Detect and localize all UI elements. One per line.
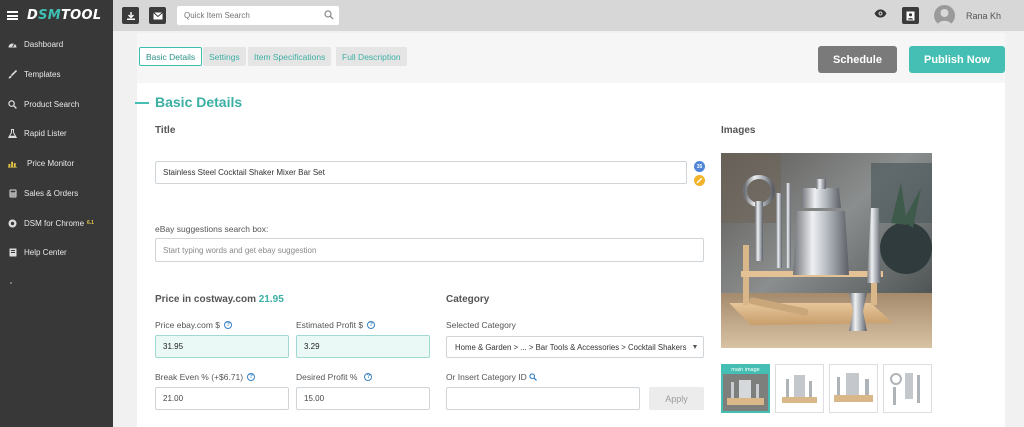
- edit-title-button[interactable]: [694, 175, 705, 186]
- sidebar-item-product-search[interactable]: Product Search: [0, 93, 113, 115]
- mail-button[interactable]: [149, 7, 166, 24]
- cocktail-shaker-set-image: [721, 153, 932, 348]
- flask-icon: [8, 128, 17, 138]
- thumbnail-image: [884, 365, 931, 412]
- sidebar: Dashboard Templates Product Search Rapid…: [0, 31, 113, 427]
- tab-settings[interactable]: Settings: [203, 47, 246, 66]
- search-icon[interactable]: [324, 10, 334, 20]
- source-price: 21.95: [258, 294, 284, 305]
- title-label: Title: [155, 125, 176, 136]
- thumbnail-image: [830, 365, 877, 412]
- tab-item-specifications[interactable]: Item Specifications: [248, 47, 332, 66]
- price-heading: Price in costway.com 21.95: [155, 294, 284, 305]
- help-icon[interactable]: ?: [247, 373, 256, 381]
- category-id-label: Or Insert Category ID: [446, 372, 537, 382]
- caret-down-icon: [693, 345, 697, 349]
- price-ebay-input[interactable]: 31.95: [155, 335, 289, 358]
- sidebar-item-dsm-for-chrome[interactable]: DSM for Chrome 6.1: [0, 212, 113, 234]
- bar-chart-icon: [8, 159, 17, 168]
- suggestions-label: eBay suggestions search box:: [155, 224, 269, 234]
- book-icon: [8, 248, 17, 257]
- tab-full-description[interactable]: Full Description: [336, 47, 407, 66]
- download-button[interactable]: [122, 7, 139, 24]
- thumbnail-image: [776, 365, 823, 412]
- title-input[interactable]: Stainless Steel Cocktail Shaker Mixer Ba…: [155, 161, 687, 184]
- selected-category-label: Selected Category: [446, 320, 516, 330]
- thumbnail-3[interactable]: [829, 364, 878, 413]
- download-icon: [126, 11, 135, 20]
- profile-card-button[interactable]: [902, 7, 919, 24]
- magic-wand-icon: [696, 177, 703, 184]
- estimated-profit-label: Estimated Profit $?: [296, 320, 376, 330]
- images-heading: Images: [721, 125, 756, 136]
- username[interactable]: Rana Kh: [966, 11, 1001, 21]
- avatar-icon: [937, 9, 952, 26]
- apply-button[interactable]: Apply: [649, 387, 704, 410]
- sidebar-item-help-center[interactable]: Help Center: [0, 241, 113, 263]
- logo[interactable]: DSMTOOL: [27, 8, 101, 23]
- category-heading: Category: [446, 294, 490, 305]
- main-image-label: main image: [723, 366, 768, 374]
- search-icon: [8, 99, 17, 109]
- help-icon[interactable]: ?: [364, 373, 373, 381]
- sidebar-item-dashboard[interactable]: Dashboard: [0, 33, 113, 55]
- quick-search: [177, 6, 339, 25]
- category-select[interactable]: Home & Garden > ... > Bar Tools & Access…: [446, 336, 704, 358]
- desired-profit-input[interactable]: 15.00: [296, 387, 430, 410]
- sidebar-divider: [10, 282, 12, 284]
- version-badge: 6.1: [87, 220, 94, 226]
- sidebar-item-rapid-lister[interactable]: Rapid Lister: [0, 122, 113, 144]
- help-icon[interactable]: ?: [367, 321, 376, 329]
- chrome-icon: [8, 219, 17, 228]
- help-icon[interactable]: ?: [224, 321, 233, 329]
- brand-area: DSMTOOL: [0, 0, 113, 31]
- desired-profit-label: Desired Profit %?: [296, 372, 373, 382]
- sidebar-item-price-monitor[interactable]: Price Monitor: [0, 152, 113, 174]
- price-ebay-label: Price ebay.com $?: [155, 320, 233, 330]
- dashboard-icon: [8, 40, 17, 49]
- thumbnail-4[interactable]: [883, 364, 932, 413]
- schedule-button[interactable]: Schedule: [818, 46, 897, 73]
- thumbnail-2[interactable]: [775, 364, 824, 413]
- menu-icon[interactable]: [7, 11, 18, 20]
- sidebar-item-sales-orders[interactable]: Sales & Orders: [0, 182, 113, 204]
- publish-now-button[interactable]: Publish Now: [909, 46, 1005, 73]
- ebay-suggestions-input[interactable]: Start typing words and get ebay suggesti…: [155, 238, 704, 262]
- eye-icon[interactable]: [874, 9, 887, 18]
- brush-icon: [8, 69, 17, 79]
- estimated-profit-input[interactable]: 3.29: [296, 335, 430, 358]
- char-count-badge: 35: [694, 161, 705, 172]
- main-product-image[interactable]: [721, 153, 932, 348]
- top-bar: DSMTOOL Rana Kh: [0, 0, 1024, 31]
- sidebar-item-templates[interactable]: Templates: [0, 63, 113, 85]
- thumbnail-main[interactable]: main image: [721, 364, 770, 413]
- quick-search-input[interactable]: [177, 6, 317, 25]
- section-accent-line: [135, 102, 149, 104]
- break-even-input[interactable]: 21.00: [155, 387, 289, 410]
- avatar[interactable]: [934, 5, 955, 26]
- tab-basic-details[interactable]: Basic Details: [139, 47, 203, 66]
- search-icon[interactable]: [529, 373, 537, 381]
- user-card-icon: [906, 11, 915, 20]
- mail-icon: [152, 11, 163, 19]
- break-even-label: Break Even % (+$6.71)?: [155, 372, 256, 382]
- calculator-icon: [8, 189, 17, 198]
- category-id-input[interactable]: [446, 387, 640, 410]
- section-title: Basic Details: [155, 94, 243, 110]
